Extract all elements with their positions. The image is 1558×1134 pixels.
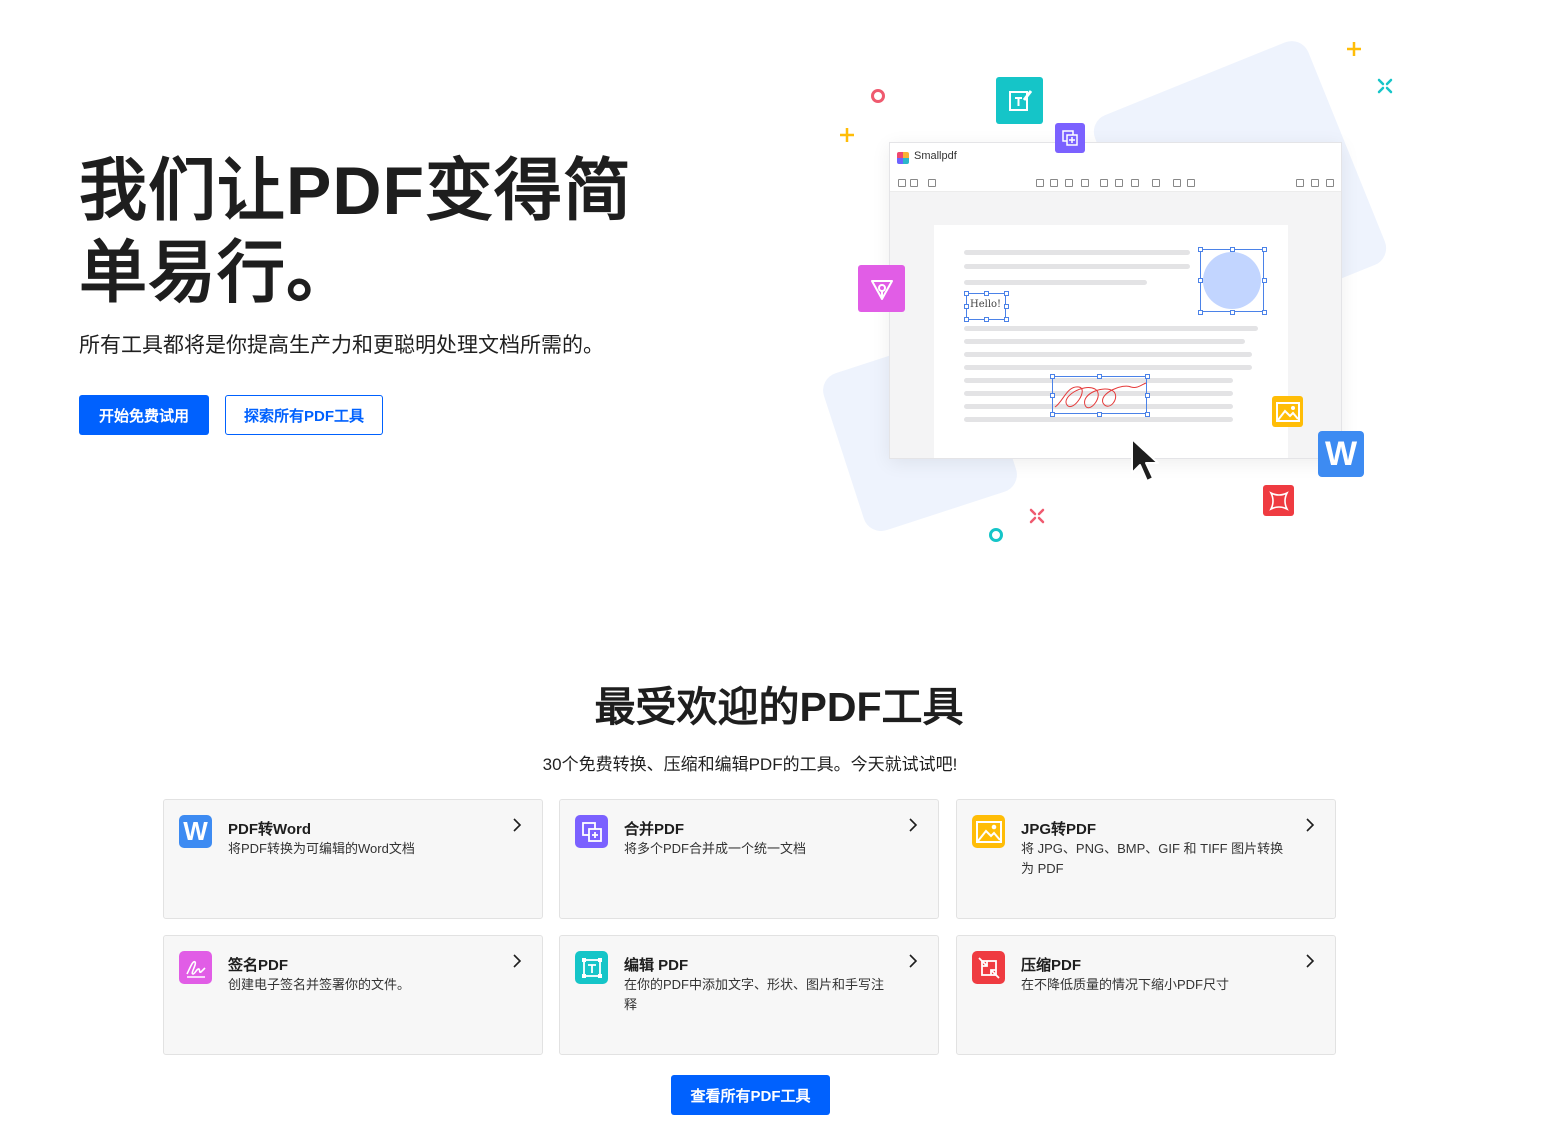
tool-card-merge-pdf[interactable]: 合并PDF 将多个PDF合并成一个统一文档	[559, 799, 939, 919]
toolbar-icon	[898, 179, 906, 187]
hero-subtitle: 所有工具都将是你提高生产力和更聪明处理文档所需的。	[79, 334, 604, 357]
chevron-right-icon	[909, 818, 918, 832]
toolbar-icon	[1036, 179, 1044, 187]
hero-illustration: Smallpdf Hello! W	[730, 30, 1430, 560]
sign-tile-icon	[858, 265, 905, 312]
text-annotation: Hello!	[966, 293, 1006, 320]
signature-scribble	[1054, 382, 1147, 409]
tool-card-description: 在你的PDF中添加文字、形状、图片和手写注释	[624, 977, 885, 1012]
shape-annotation	[1200, 249, 1264, 312]
annotation-text: Hello!	[970, 299, 1002, 310]
toolbar-icon	[1100, 179, 1108, 187]
smallpdf-logo-icon	[897, 152, 909, 164]
cursor-icon	[1131, 438, 1159, 482]
plus-decoration	[1347, 42, 1361, 56]
toolbar-icon	[1065, 179, 1073, 187]
compress-tile-icon	[1263, 485, 1294, 516]
tool-card-pdf-to-word[interactable]: W PDF转Word 将PDF转换为可编辑的Word文档	[163, 799, 543, 919]
toolbar-icon	[1152, 179, 1160, 187]
circle-shape	[1203, 252, 1261, 309]
mockup-toolbar: Smallpdf	[890, 143, 1341, 192]
mockup-app-name: Smallpdf	[914, 150, 957, 162]
tool-card-title: PDF转Word	[228, 821, 312, 838]
tool-card-description: 将多个PDF合并成一个统一文档	[624, 841, 807, 856]
toolbar-icon	[1326, 179, 1334, 187]
ring-decoration	[989, 528, 1003, 542]
view-all-tools-button[interactable]: 查看所有PDF工具	[671, 1075, 830, 1115]
word-icon: W	[179, 815, 212, 848]
edit-icon	[575, 951, 608, 984]
compress-icon	[972, 951, 1005, 984]
tool-card-title: 合并PDF	[624, 821, 685, 838]
tool-card-description: 创建电子签名并签署你的文件。	[228, 977, 411, 992]
section-title: 最受欢迎的PDF工具	[594, 684, 964, 730]
word-tile-icon: W	[1318, 431, 1364, 477]
plus-decoration	[840, 128, 854, 142]
tool-card-jpg-to-pdf[interactable]: JPG转PDF 将 JPG、PNG、BMP、GIF 和 TIFF 图片转换为 P…	[956, 799, 1336, 919]
chevron-right-icon	[513, 818, 522, 832]
toolbar-icon	[1115, 179, 1123, 187]
chevron-right-icon	[513, 954, 522, 968]
image-icon	[972, 815, 1005, 848]
toolbar-icon	[1311, 179, 1319, 187]
toolbar-icon	[1187, 179, 1195, 187]
chevron-right-icon	[1306, 954, 1315, 968]
cross-decoration	[1029, 508, 1045, 524]
start-free-trial-button[interactable]: 开始免费试用	[79, 395, 209, 435]
toolbar-icon	[910, 179, 918, 187]
toolbar-icon	[928, 179, 936, 187]
section-subtitle: 30个免费转换、压缩和编辑PDF的工具。今天就试试吧!	[542, 755, 958, 774]
edit-tile-icon	[996, 77, 1043, 124]
explore-tools-button[interactable]: 探索所有PDF工具	[225, 395, 383, 435]
tool-card-description: 在不降低质量的情况下缩小PDF尺寸	[1021, 977, 1230, 992]
tool-card-title: 编辑 PDF	[624, 957, 689, 974]
signature-annotation	[1052, 376, 1147, 414]
tool-card-title: 压缩PDF	[1021, 957, 1082, 974]
tool-card-sign-pdf[interactable]: 签名PDF 创建电子签名并签署你的文件。	[163, 935, 543, 1055]
tool-card-edit-pdf[interactable]: 编辑 PDF 在你的PDF中添加文字、形状、图片和手写注释	[559, 935, 939, 1055]
signature-icon	[179, 951, 212, 984]
image-tile-icon	[1272, 396, 1303, 427]
toolbar-icon	[1131, 179, 1139, 187]
toolbar-icon	[1296, 179, 1304, 187]
toolbar-icon	[1173, 179, 1181, 187]
hero-title: 我们让PDF变得简单易行。	[79, 153, 633, 311]
chevron-right-icon	[909, 954, 918, 968]
merge-tile-icon	[1055, 123, 1085, 153]
document-page: Hello!	[934, 225, 1288, 458]
toolbar-icon	[1081, 179, 1089, 187]
tool-card-description: 将 JPG、PNG、BMP、GIF 和 TIFF 图片转换为 PDF	[1021, 841, 1284, 876]
tool-card-description: 将PDF转换为可编辑的Word文档	[228, 841, 415, 856]
tool-card-compress-pdf[interactable]: 压缩PDF 在不降低质量的情况下缩小PDF尺寸	[956, 935, 1336, 1055]
toolbar-icon	[1050, 179, 1058, 187]
ring-decoration	[871, 89, 885, 103]
tool-card-title: 签名PDF	[228, 957, 289, 974]
cross-decoration	[1377, 78, 1393, 94]
merge-icon	[575, 815, 608, 848]
tool-card-title: JPG转PDF	[1021, 821, 1097, 838]
chevron-right-icon	[1306, 818, 1315, 832]
